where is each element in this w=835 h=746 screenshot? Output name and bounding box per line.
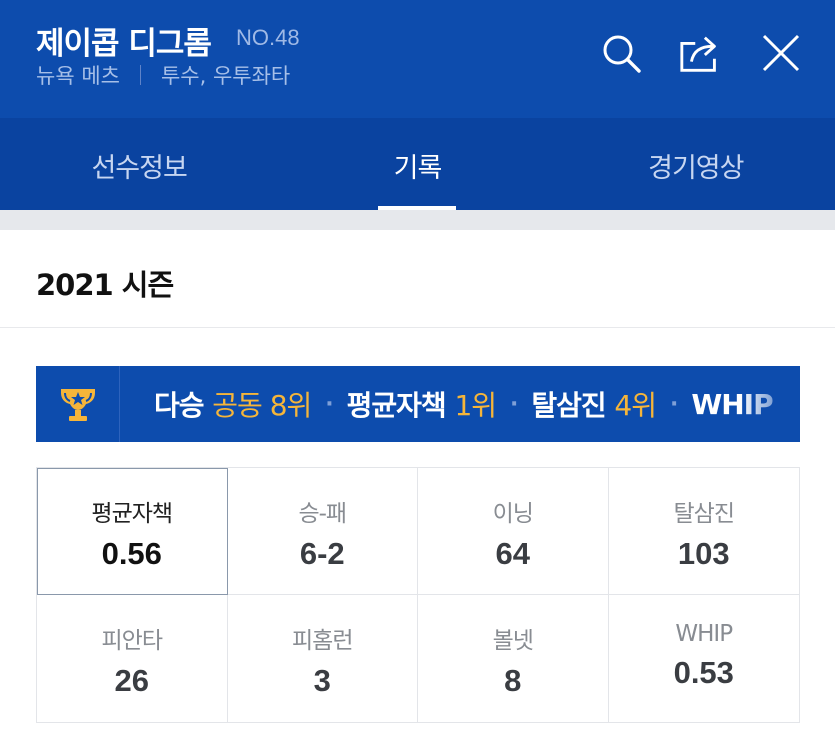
stat-label: 이닝	[492, 501, 534, 527]
rank-item-era: 평균자책 1위	[346, 389, 497, 422]
stat-walks[interactable]: 볼넷 8	[418, 595, 609, 722]
share-icon	[680, 36, 716, 72]
share-button[interactable]	[678, 30, 724, 76]
rank-list: 다승 공동 8위 · 평균자책 1위 · 탈삼진 4위 · WHIP	[120, 384, 774, 424]
stat-value: 0.53	[673, 655, 734, 690]
stat-label: 평균자책	[91, 501, 173, 527]
stat-value: 3	[313, 663, 331, 698]
search-icon	[603, 35, 641, 73]
rank-item-strikeouts: 탈삼진 4위	[531, 389, 657, 422]
rank-item-wins: 다승 공동 8위	[154, 389, 312, 422]
tab-label: 기록	[393, 153, 443, 184]
tab-bar: 선수정보 기록 경기영상	[0, 118, 835, 210]
stat-hits-allowed[interactable]: 피안타 26	[37, 595, 228, 722]
stat-label: WHIP	[675, 621, 733, 647]
close-icon	[762, 34, 800, 72]
scroll-fade	[740, 366, 800, 442]
stat-label: 승-패	[298, 501, 347, 527]
separator-dot: ·	[510, 391, 518, 417]
stat-label: 탈삼진	[673, 501, 735, 527]
close-button[interactable]	[758, 30, 804, 76]
tab-label: 선수정보	[91, 153, 187, 184]
player-name: 제이콥 디그롬	[36, 26, 212, 62]
trophy-icon	[60, 389, 95, 421]
stat-label: 볼넷	[492, 628, 534, 654]
team-name[interactable]: 뉴욕 메츠	[36, 60, 120, 90]
player-meta: 뉴욕 메츠 투수, 우투좌타	[36, 60, 290, 90]
stat-label: 피홈런	[292, 628, 353, 654]
stat-innings[interactable]: 이닝 64	[418, 468, 609, 595]
rank-banner[interactable]: 다승 공동 8위 · 평균자책 1위 · 탈삼진 4위 · WHIP	[36, 366, 800, 442]
tab-game-videos[interactable]: 경기영상	[557, 118, 835, 210]
stat-label: 피안타	[101, 628, 163, 654]
tab-records[interactable]: 기록	[278, 118, 556, 210]
stat-value: 0.56	[101, 536, 162, 571]
stat-strikeouts[interactable]: 탈삼진 103	[608, 468, 799, 595]
stat-value: 6-2	[299, 536, 345, 571]
stat-whip[interactable]: WHIP 0.53	[609, 595, 800, 722]
stat-era[interactable]: 평균자책 0.56	[37, 468, 228, 595]
player-position: 투수, 우투좌타	[160, 64, 291, 88]
trophy-icon-wrap	[36, 366, 120, 442]
stat-value: 64	[495, 536, 530, 571]
season-header: 2021 시즌	[0, 230, 835, 328]
stat-value: 103	[677, 536, 730, 571]
section-divider	[0, 210, 835, 230]
stat-value: 8	[504, 663, 522, 698]
tab-player-info[interactable]: 선수정보	[0, 118, 278, 210]
player-number: NO.48	[236, 25, 300, 50]
player-header: 제이콥 디그롬 NO.48 뉴욕 메츠 투수, 우투좌타	[0, 0, 835, 118]
separator-dot: ·	[325, 391, 333, 417]
stat-value: 26	[114, 663, 149, 698]
separator-dot: ·	[669, 391, 678, 417]
tab-label: 경기영상	[648, 153, 744, 184]
search-button[interactable]	[598, 30, 644, 76]
season-title: 2021 시즌	[36, 268, 174, 302]
divider	[139, 65, 141, 85]
stat-home-runs-allowed[interactable]: 피홈런 3	[228, 595, 418, 722]
stat-win-loss[interactable]: 승-패 6-2	[227, 468, 418, 595]
stats-grid: 평균자책 0.56 승-패 6-2 이닝 64 탈삼진 103 피안타 26 피…	[36, 467, 800, 723]
